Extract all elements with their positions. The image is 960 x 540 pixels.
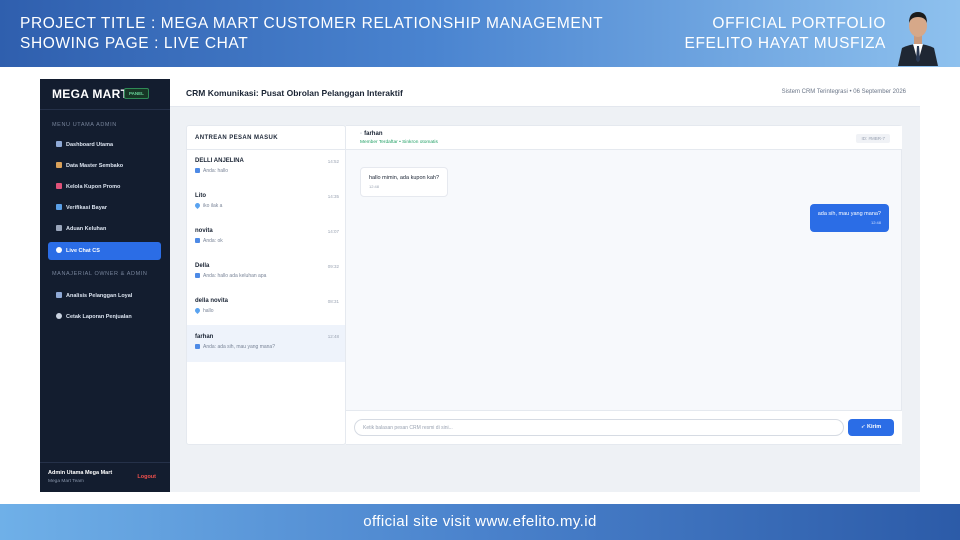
system-date-meta: Sistem CRM Terintegrasi • 06 September 2… (781, 89, 906, 95)
sidebar-item-master-sembako[interactable]: Data Master Sembako (48, 157, 161, 175)
banner-left: PROJECT TITLE : MEGA MART CUSTOMER RELAT… (20, 14, 603, 54)
logout-button[interactable]: Logout (137, 474, 156, 480)
app-window: MEGA MART PANEL MENU UTAMA ADMIN Dashboa… (40, 79, 920, 492)
sidebar-item-verifikasi-bayar[interactable]: Verifikasi Bayar (48, 199, 161, 217)
queue-item[interactable]: Lito 14:35 iko ilak a (187, 186, 345, 220)
chat-panel: ◦ farhan Member Terdaftar • Sinkron otoma… (346, 125, 902, 445)
sidebar-item-label: Data Master Sembako (66, 163, 124, 169)
message-icon (195, 238, 200, 243)
print-icon (56, 313, 62, 319)
queue-item-name: Della (195, 263, 210, 269)
message-icon (195, 168, 200, 173)
queue-item-preview: iko ilak a (203, 203, 223, 209)
chart-icon (56, 141, 62, 147)
showing-page: SHOWING PAGE : LIVE CHAT (20, 35, 249, 52)
droplet-icon (193, 306, 202, 315)
message-queue-panel: ANTREAN PESAN MASUK DELLI ANJELINA 14:52… (186, 125, 346, 445)
section-label-owner: MANAJERIAL OWNER & ADMIN (52, 271, 148, 277)
queue-item-time: 08:31 (327, 299, 339, 304)
inbox-icon (56, 225, 62, 231)
queue-item-name: novita (195, 228, 213, 234)
banner-right: OFFICIAL PORTFOLIO EFELITO HAYAT MUSFIZA (685, 14, 887, 54)
chat-contact-name: ◦ farhan (360, 131, 383, 137)
message-time: 12:48 (369, 184, 380, 189)
user-icon: ◦ (360, 131, 363, 137)
sidebar-item-label: Dashboard Utama (66, 142, 114, 148)
chat-icon (56, 247, 62, 253)
sidebar-user-panel: Admin Utama Mega Mart Mega Mart Team Log… (40, 462, 170, 492)
brand-logo: MEGA MART (52, 87, 129, 101)
project-title: PROJECT TITLE : MEGA MART CUSTOMER RELAT… (20, 15, 604, 32)
queue-item-name: DELLI ANJELINA (195, 158, 244, 164)
queue-title: ANTREAN PESAN MASUK (187, 126, 345, 150)
queue-item[interactable]: DELLI ANJELINA 14:52 Anda: hallo (187, 151, 345, 185)
message-text: ada sih, mau yang mana? (817, 211, 881, 217)
message-time: 12:48 (870, 220, 881, 225)
queue-item-name: della novita (195, 298, 229, 304)
queue-item-time: 14:07 (327, 229, 339, 234)
message-composer: ➶ Kirim (346, 410, 902, 444)
queue-item-time: 14:35 (327, 194, 339, 199)
footer-site-text: official site visit www.efelito.my.id (363, 513, 597, 530)
droplet-icon (193, 201, 202, 210)
queue-item-preview: Anda: ok (203, 238, 223, 244)
queue-item[interactable]: Della 09:32 Anda: hallo ada keluhan apa (187, 256, 345, 290)
queue-item-preview: Anda: ada sih, mau yang mana? (203, 344, 275, 350)
queue-item-time: 12:48 (327, 334, 339, 339)
header-banner: PROJECT TITLE : MEGA MART CUSTOMER RELAT… (0, 0, 960, 67)
sidebar-divider (40, 109, 170, 110)
box-icon (56, 162, 62, 168)
sidebar: MEGA MART PANEL MENU UTAMA ADMIN Dashboa… (40, 79, 170, 492)
chat-contact-status: Member Terdaftar • Sinkron otomatis (360, 140, 438, 145)
footer-banner: official site visit www.efelito.my.id (0, 504, 960, 540)
sidebar-item-label: Analisis Pelanggan Loyal (66, 293, 133, 299)
sidebar-item-live-chat[interactable]: Live Chat CS (48, 242, 161, 260)
sidebar-item-kupon-promo[interactable]: Kelola Kupon Promo (48, 178, 161, 196)
message-icon (195, 344, 200, 349)
sidebar-item-label: Verifikasi Bayar (66, 205, 107, 211)
sidebar-item-dashboard[interactable]: Dashboard Utama (48, 136, 161, 154)
message-icon (195, 273, 200, 278)
queue-item-name: Lito (195, 193, 206, 199)
message-text: hallo mimin, ada kupon kah? (369, 175, 440, 181)
queue-item-selected[interactable]: farhan 12:48 Anda: ada sih, mau yang man… (187, 325, 345, 362)
customer-message-bubble: hallo mimin, ada kupon kah? 12:48 (360, 167, 449, 197)
section-label-main: MENU UTAMA ADMIN (52, 122, 117, 128)
ticket-icon (56, 183, 62, 189)
queue-item-preview: Anda: hallo (203, 168, 229, 174)
sidebar-item-label: Cetak Laporan Penjualan (66, 314, 132, 320)
top-bar: CRM Komunikasi: Pusat Obrolan Pelanggan … (170, 79, 920, 107)
queue-item-preview: hallo (203, 308, 214, 314)
author-photo (898, 12, 938, 66)
card-icon (56, 204, 62, 210)
admin-name: Admin Utama Mega Mart (48, 470, 113, 476)
admin-message-bubble: ada sih, mau yang mana? 12:48 (809, 204, 889, 232)
sidebar-item-label: Kelola Kupon Promo (66, 184, 121, 190)
portfolio-label: OFFICIAL PORTFOLIO (712, 15, 886, 32)
sidebar-item-analisis-pelanggan[interactable]: Analisis Pelanggan Loyal (48, 287, 161, 305)
queue-item-time: 14:52 (327, 159, 339, 164)
queue-item-time: 09:32 (327, 264, 339, 269)
panel-badge: PANEL (124, 88, 149, 99)
send-button[interactable]: ➶ Kirim (848, 419, 894, 436)
admin-team: Mega Mart Team (48, 479, 84, 484)
queue-item[interactable]: della novita 08:31 hallo (187, 291, 345, 325)
page-title: CRM Komunikasi: Pusat Obrolan Pelanggan … (186, 88, 403, 98)
author-name: EFELITO HAYAT MUSFIZA (684, 35, 886, 52)
chart-icon (56, 292, 62, 298)
sidebar-item-label: Aduan Keluhan (66, 226, 107, 232)
reply-input[interactable] (354, 419, 844, 436)
queue-item[interactable]: novita 14:07 Anda: ok (187, 221, 345, 255)
sidebar-item-label: Live Chat CS (66, 248, 100, 254)
chat-header: ◦ farhan Member Terdaftar • Sinkron otoma… (346, 126, 902, 150)
conversation-id-badge: ID: #MBR-7 (856, 134, 890, 143)
queue-item-preview: Anda: hallo ada keluhan apa (203, 273, 267, 279)
sidebar-item-cetak-laporan[interactable]: Cetak Laporan Penjualan (48, 308, 161, 326)
sidebar-item-aduan-keluhan[interactable]: Aduan Keluhan (48, 220, 161, 238)
queue-item-name: farhan (195, 334, 214, 340)
